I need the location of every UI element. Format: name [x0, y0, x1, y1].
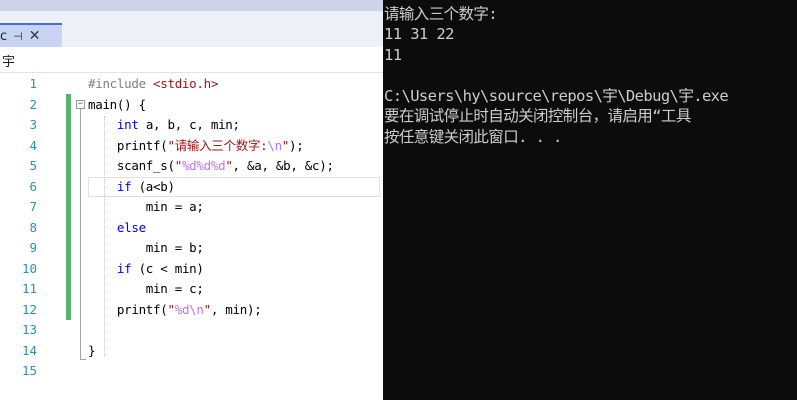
- code-line[interactable]: 3 int a, b, c, min;: [0, 115, 383, 136]
- line-number: 4: [29, 137, 37, 153]
- code-line[interactable]: 8 else: [0, 218, 383, 239]
- tab-label: c: [0, 28, 8, 44]
- line-number: 6: [29, 178, 37, 194]
- line-number: 2: [29, 96, 37, 112]
- line-number: 13: [21, 322, 37, 337]
- code-text: else: [116, 219, 146, 235]
- code-text: main() {: [88, 96, 146, 112]
- close-icon[interactable]: ✕: [29, 28, 41, 44]
- line-number: 11: [21, 281, 37, 296]
- code-text: if (c < min): [116, 260, 204, 276]
- line-number: 3: [29, 117, 37, 132]
- code-line[interactable]: 1 #include <stdio.h>: [0, 74, 383, 95]
- line-number: 10: [21, 260, 37, 276]
- code-editor[interactable]: c ⊣ ✕ 宇 1 #include <stdio.h> 2 − main() …: [0, 0, 383, 400]
- console-window[interactable]: 请输入三个数字: 11 31 22 11 C:\Users\hy\source\…: [383, 0, 797, 400]
- console-line: 请输入三个数字:: [384, 5, 498, 23]
- line-number: 9: [29, 240, 37, 255]
- code-line[interactable]: 6 if (a<b): [0, 177, 383, 198]
- tab-strip: c ⊣ ✕: [0, 11, 383, 47]
- console-line: C:\Users\hy\source\repos\宇\Debug\宇.exe: [384, 87, 729, 105]
- code-text: printf("%d\n", min);: [88, 301, 262, 317]
- code-text: scanf_s("%d%d%d", &a, &b, &c);: [88, 158, 334, 173]
- code-text: int a, b, c, min;: [116, 117, 240, 132]
- code-line[interactable]: 4 printf("请输入三个数字:\n");: [0, 136, 383, 157]
- line-number: 12: [21, 301, 37, 317]
- console-line: 要在调试停止时自动关闭控制台，请启用“工具: [384, 107, 691, 125]
- code-area[interactable]: 1 #include <stdio.h> 2 − main() { 3 int …: [0, 74, 383, 400]
- code-line[interactable]: 7 min = a;: [0, 197, 383, 218]
- code-line[interactable]: 12 printf("%d\n", min);: [0, 300, 383, 321]
- code-line[interactable]: 15: [0, 361, 383, 382]
- console-line: 11: [384, 46, 402, 64]
- code-text: }: [88, 342, 96, 358]
- code-text: min = b;: [88, 240, 204, 255]
- project-dropdown[interactable]: 宇: [2, 51, 15, 70]
- title-bar-strip: [0, 0, 383, 11]
- line-number: 8: [29, 219, 37, 235]
- line-number: 7: [29, 199, 37, 214]
- code-line[interactable]: 5 scanf_s("%d%d%d", &a, &b, &c);: [0, 156, 383, 177]
- console-line: 11 31 22: [384, 25, 454, 43]
- code-line[interactable]: 11 min = c;: [0, 279, 383, 300]
- code-line[interactable]: 9 min = b;: [0, 238, 383, 259]
- tab-source-file[interactable]: c ⊣ ✕: [0, 23, 62, 47]
- line-number: 1: [29, 76, 37, 91]
- code-line[interactable]: 10 if (c < min): [0, 259, 383, 280]
- code-line[interactable]: 2 − main() {: [0, 95, 383, 116]
- console-line: 按任意键关闭此窗口. . .: [384, 128, 562, 146]
- line-number: 14: [21, 342, 37, 358]
- code-text: printf("请输入三个数字:\n");: [88, 137, 304, 153]
- code-line[interactable]: 13: [0, 320, 383, 341]
- collapse-icon[interactable]: −: [76, 99, 85, 109]
- code-text: min = c;: [88, 281, 204, 296]
- navigation-bar: 宇: [0, 47, 383, 73]
- code-text: #include <stdio.h>: [88, 76, 219, 91]
- code-line[interactable]: 14 }: [0, 341, 383, 362]
- line-number: 5: [29, 158, 37, 173]
- pin-icon[interactable]: ⊣: [13, 30, 23, 43]
- code-text: min = a;: [88, 199, 204, 214]
- line-number: 15: [21, 363, 37, 378]
- code-text: if (a<b): [116, 178, 175, 194]
